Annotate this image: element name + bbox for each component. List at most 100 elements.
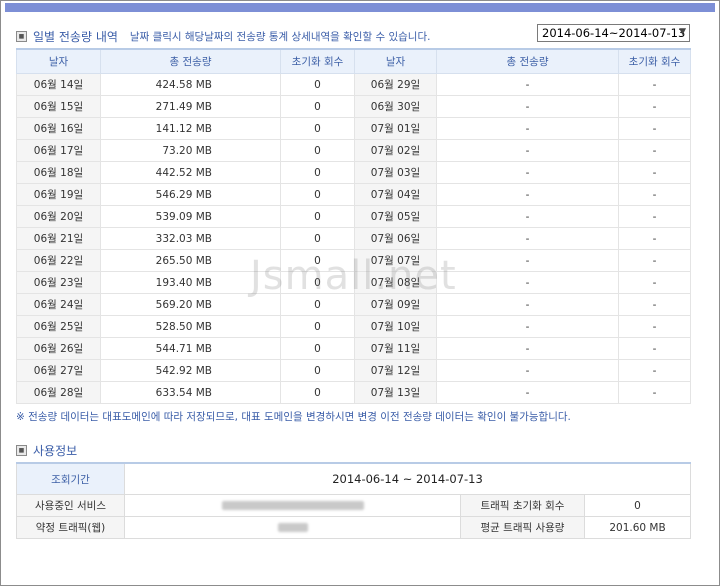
date-cell-right[interactable]: 06월 29일 xyxy=(354,73,437,96)
redacted-service xyxy=(221,501,364,510)
reset-cell-right: - xyxy=(618,95,691,118)
usage-service-row: 사용중인 서비스 트래픽 초기화 회수 0 xyxy=(16,494,692,517)
header-reset-right: 초기화 회수 xyxy=(618,48,691,74)
date-cell-right[interactable]: 07월 05일 xyxy=(354,205,437,228)
transfer-cell-right: - xyxy=(436,381,619,404)
date-cell-right[interactable]: 07월 04일 xyxy=(354,183,437,206)
transfer-cell-left: 542.92 MB xyxy=(100,359,281,382)
date-cell-right[interactable]: 06월 30일 xyxy=(354,95,437,118)
reset-cell-left: 0 xyxy=(280,183,355,206)
reset-cell-right: - xyxy=(618,183,691,206)
date-cell-left[interactable]: 06월 21일 xyxy=(16,227,101,250)
reset-cell-right: - xyxy=(618,293,691,316)
reset-cell-right: - xyxy=(618,161,691,184)
transfer-cell-left: 546.29 MB xyxy=(100,183,281,206)
service-value-redacted xyxy=(124,494,461,517)
transfer-cell-right: - xyxy=(436,227,619,250)
transfer-cell-right: - xyxy=(436,315,619,338)
usage-title: 사용정보 xyxy=(33,444,78,458)
date-cell-left[interactable]: 06월 19일 xyxy=(16,183,101,206)
reset-cell-right: - xyxy=(618,205,691,228)
section-bullet-icon: ■ xyxy=(16,445,27,456)
date-cell-right[interactable]: 07월 13일 xyxy=(354,381,437,404)
transfer-cell-left: 141.12 MB xyxy=(100,117,281,140)
date-cell-left[interactable]: 06월 23일 xyxy=(16,271,101,294)
table-row: 06월 17일 73.20 MB 0 07월 02일 - - xyxy=(16,139,691,162)
transfer-cell-left: 528.50 MB xyxy=(100,315,281,338)
transfer-cell-right: - xyxy=(436,117,619,140)
reset-cell-left: 0 xyxy=(280,381,355,404)
reset-cell-left: 0 xyxy=(280,161,355,184)
transfer-cell-right: - xyxy=(436,161,619,184)
header-date-right: 날자 xyxy=(354,48,437,74)
transfer-cell-left: 442.52 MB xyxy=(100,161,281,184)
date-cell-left[interactable]: 06월 15일 xyxy=(16,95,101,118)
reset-cell-right: - xyxy=(618,337,691,360)
transfer-cell-right: - xyxy=(436,205,619,228)
table-header-row: 날자 총 전송량 초기화 회수 날자 총 전송량 초기화 회수 xyxy=(16,48,691,74)
reset-cell-left: 0 xyxy=(280,73,355,96)
transfer-cell-right: - xyxy=(436,293,619,316)
daily-transfer-title: 일별 전송량 내역 xyxy=(33,30,118,44)
service-label: 사용중인 서비스 xyxy=(16,494,125,517)
table-row: 06월 15일 271.49 MB 0 06월 30일 - - xyxy=(16,95,691,118)
reset-cell-right: - xyxy=(618,227,691,250)
contract-value-redacted xyxy=(124,516,461,539)
date-cell-left[interactable]: 06월 17일 xyxy=(16,139,101,162)
contract-label: 약정 트래픽(웹) xyxy=(16,516,125,539)
table-row: 06월 25일 528.50 MB 0 07월 10일 - - xyxy=(16,315,691,338)
watermark: Jsmall.net xyxy=(250,253,457,299)
header-reset-left: 초기화 회수 xyxy=(280,48,355,74)
date-cell-right[interactable]: 07월 01일 xyxy=(354,117,437,140)
date-cell-left[interactable]: 06월 14일 xyxy=(16,73,101,96)
date-cell-right[interactable]: 07월 02일 xyxy=(354,139,437,162)
date-cell-left[interactable]: 06월 22일 xyxy=(16,249,101,272)
period-label: 조회기간 xyxy=(16,462,125,495)
date-cell-right[interactable]: 07월 12일 xyxy=(354,359,437,382)
daily-transfer-description: 날짜 클릭시 해당날짜의 전송량 통계 상세내역을 확인할 수 있습니다. xyxy=(129,31,431,43)
usage-period-row: 조회기간 2014-06-14 ~ 2014-07-13 xyxy=(16,462,692,495)
reset-cell-left: 0 xyxy=(280,227,355,250)
date-cell-left[interactable]: 06월 27일 xyxy=(16,359,101,382)
reset-count-label: 트래픽 초기화 회수 xyxy=(460,494,585,517)
date-cell-left[interactable]: 06월 24일 xyxy=(16,293,101,316)
transfer-cell-left: 539.09 MB xyxy=(100,205,281,228)
daily-transfer-table: 날자 총 전송량 초기화 회수 날자 총 전송량 초기화 회수 06월 14일 4… xyxy=(16,48,691,404)
date-cell-left[interactable]: 06월 16일 xyxy=(16,117,101,140)
transfer-cell-left: 271.49 MB xyxy=(100,95,281,118)
date-cell-right[interactable]: 07월 10일 xyxy=(354,315,437,338)
usage-contract-row: 약정 트래픽(웹) 평균 트래픽 사용량 201.60 MB xyxy=(16,516,692,539)
table-row: 06월 16일 141.12 MB 0 07월 01일 - - xyxy=(16,117,691,140)
date-cell-left[interactable]: 06월 26일 xyxy=(16,337,101,360)
transfer-cell-left: 332.03 MB xyxy=(100,227,281,250)
reset-cell-right: - xyxy=(618,117,691,140)
date-cell-left[interactable]: 06월 25일 xyxy=(16,315,101,338)
transfer-cell-right: - xyxy=(436,183,619,206)
date-cell-right[interactable]: 07월 11일 xyxy=(354,337,437,360)
date-range-select[interactable]: 2014-06-14~2014-07-13 ▼ xyxy=(537,24,690,42)
reset-cell-right: - xyxy=(618,271,691,294)
transfer-cell-right: - xyxy=(436,337,619,360)
transfer-notice: ※ 전송량 데이터는 대표도메인에 따라 저장되므로, 대표 도메인을 변경하시… xyxy=(16,411,571,423)
transfer-cell-right: - xyxy=(436,139,619,162)
date-cell-left[interactable]: 06월 18일 xyxy=(16,161,101,184)
date-cell-right[interactable]: 07월 06일 xyxy=(354,227,437,250)
date-cell-left[interactable]: 06월 28일 xyxy=(16,381,101,404)
reset-cell-right: - xyxy=(618,359,691,382)
reset-cell-left: 0 xyxy=(280,139,355,162)
reset-cell-left: 0 xyxy=(280,117,355,140)
transfer-cell-right: - xyxy=(436,73,619,96)
reset-cell-left: 0 xyxy=(280,359,355,382)
reset-count-value: 0 xyxy=(583,494,692,517)
date-cell-right[interactable]: 07월 03일 xyxy=(354,161,437,184)
date-cell-left[interactable]: 06월 20일 xyxy=(16,205,101,228)
transfer-cell-left: 633.54 MB xyxy=(100,381,281,404)
table-row: 06월 14일 424.58 MB 0 06월 29일 - - xyxy=(16,73,691,96)
reset-cell-left: 0 xyxy=(280,95,355,118)
table-row: 06월 28일 633.54 MB 0 07월 13일 - - xyxy=(16,381,691,404)
usage-info-table: 조회기간 2014-06-14 ~ 2014-07-13 사용중인 서비스 트래… xyxy=(16,462,692,539)
transfer-cell-left: 73.20 MB xyxy=(100,139,281,162)
reset-cell-right: - xyxy=(618,139,691,162)
header-date-left: 날자 xyxy=(16,48,101,74)
top-accent-bar xyxy=(5,3,715,12)
